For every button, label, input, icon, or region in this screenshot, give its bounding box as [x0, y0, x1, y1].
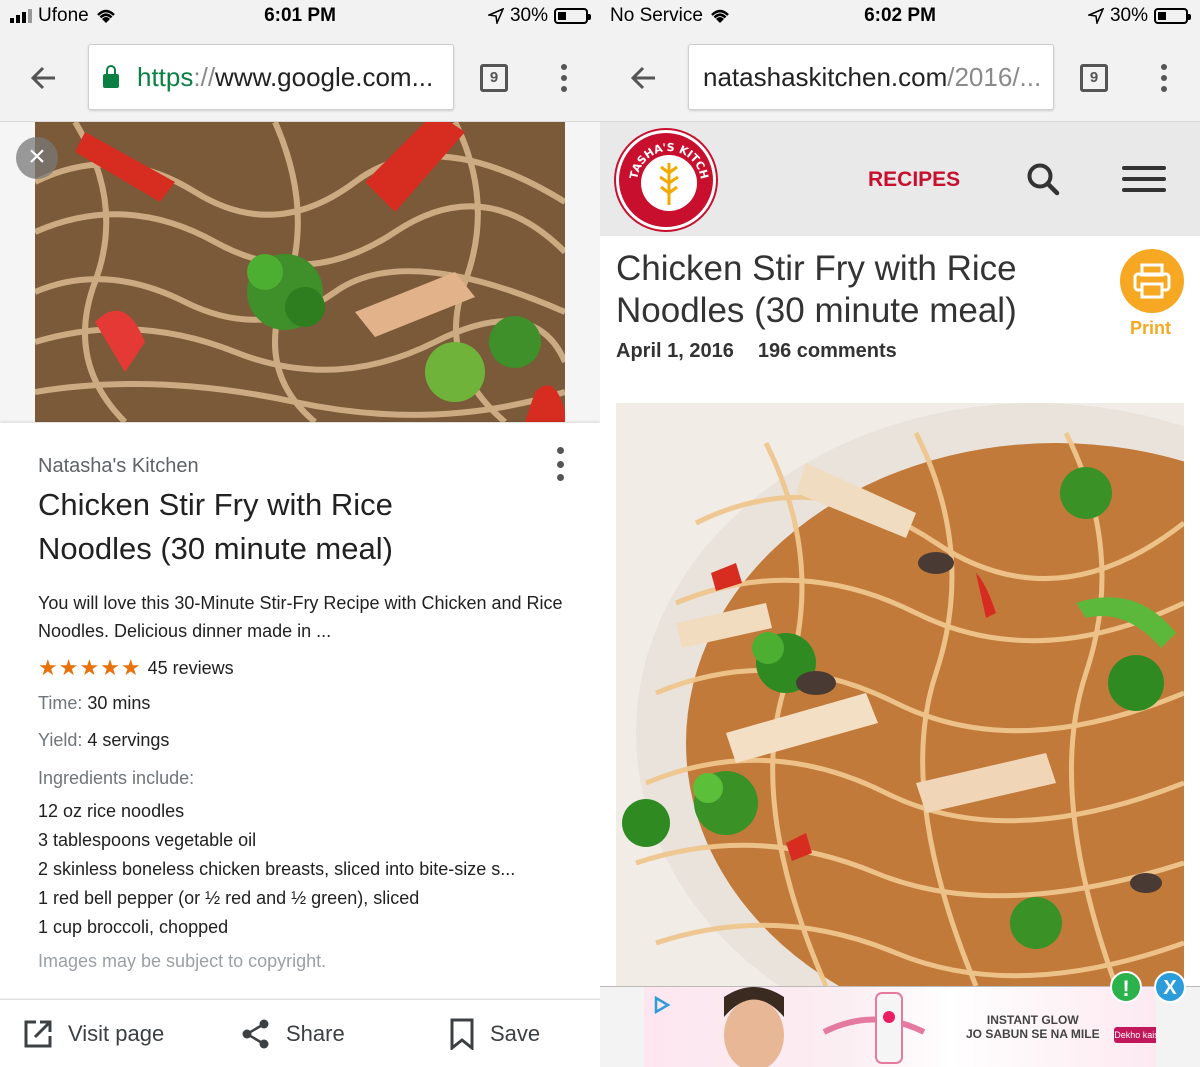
save-label: Save [490, 1020, 541, 1046]
post-meta: April 1, 2016 196 comments [616, 340, 897, 363]
time-value: 30 mins [87, 693, 151, 713]
ad-info-icon[interactable]: ! [1110, 971, 1142, 1003]
url-scheme: https [137, 61, 194, 92]
reviews-count: 45 reviews [147, 657, 234, 678]
recipe-thumbnail-image [35, 122, 565, 422]
location-arrow-icon [487, 8, 504, 24]
open-external-icon [24, 1020, 52, 1047]
ingredients-heading: Ingredients include: [38, 768, 195, 788]
recipe-description: You will love this 30-Minute Stir-Fry Re… [38, 593, 563, 641]
battery-percent: 30% [509, 5, 548, 26]
bookmark-icon [450, 1018, 474, 1050]
printer-icon [1133, 263, 1171, 299]
yield-value: 4 servings [87, 730, 170, 750]
share-button[interactable]: Share [240, 1018, 345, 1050]
battery-icon [1154, 8, 1191, 24]
visit-page-button[interactable]: Visit page [22, 1018, 164, 1050]
url-host: www.google.com... [215, 61, 434, 92]
site-header: NATASHA'S KITCHEN RECIPES [600, 122, 1200, 236]
ad-creative[interactable]: INSTANT GLOW JO SABUN SE NA MILE Dekho k… [644, 987, 1156, 1067]
hamburger-menu-icon[interactable] [1122, 166, 1166, 192]
site-logo[interactable]: NATASHA'S KITCHEN [616, 130, 716, 230]
url-host: natashaskitchen.com [703, 61, 948, 92]
share-label: Share [286, 1020, 345, 1046]
google-results-screen: Ufone 6:01 PM 30% https://www.google.com… [0, 0, 600, 1067]
ingredient-item: 3 tablespoons vegetable oil [38, 830, 257, 850]
source-site-name[interactable]: Natasha's Kitchen [38, 455, 199, 478]
back-arrow-icon[interactable] [622, 58, 666, 98]
recipe-card: Natasha's Kitchen Chicken Stir Fry with … [0, 423, 600, 998]
address-bar[interactable]: natashaskitchen.com/2016/... [688, 44, 1054, 110]
ad-headline: INSTANT GLOW JO SABUN SE NA MILE [966, 1013, 1100, 1041]
tab-switcher-button[interactable]: 9 [480, 64, 508, 92]
card-more-options-icon[interactable] [552, 447, 568, 481]
rating-stars-icon: ★★★★★ [38, 655, 142, 680]
browser-toolbar: https://www.google.com... 9 [0, 34, 600, 122]
recipe-photo [616, 403, 1184, 986]
nav-recipes-link[interactable]: RECIPES [868, 168, 960, 192]
overflow-menu-icon[interactable] [552, 60, 576, 96]
status-bar: Ufone 6:01 PM 30% [0, 0, 600, 34]
ad-close-icon[interactable]: X [1154, 971, 1186, 1003]
visit-page-label: Visit page [68, 1020, 165, 1046]
url-path: /2016/... [947, 61, 1042, 92]
website-screen: No Service 6:02 PM 30% natashaskitchen.c… [600, 0, 1200, 1067]
print-label[interactable]: Print [1130, 318, 1171, 339]
ad-line1: INSTANT GLOW [986, 1013, 1079, 1027]
address-bar[interactable]: https://www.google.com... [88, 44, 454, 110]
post-title: Chicken Stir Fry with Rice Noodles (30 m… [616, 249, 1017, 330]
location-arrow-icon [1087, 8, 1104, 24]
ingredient-item: 1 red bell pepper (or ½ red and ½ green)… [38, 888, 420, 908]
battery-icon [554, 8, 591, 24]
copyright-notice: Images may be subject to copyright. [38, 951, 327, 971]
ad-model-image [724, 987, 926, 1067]
back-arrow-icon[interactable] [22, 58, 66, 98]
tab-switcher-button[interactable]: 9 [1080, 64, 1108, 92]
ingredient-item: 12 oz rice noodles [38, 801, 185, 821]
url-separator: :// [193, 61, 216, 92]
ingredient-item: 1 cup broccoli, chopped [38, 917, 229, 937]
time-row: Time: 30 mins [38, 693, 150, 714]
ad-line2: JO SABUN SE NA MILE [966, 1027, 1100, 1041]
yield-label: Yield: [38, 730, 83, 750]
post-date: April 1, 2016 [616, 340, 734, 362]
share-icon [242, 1019, 269, 1048]
status-bar: No Service 6:02 PM 30% [600, 0, 1200, 34]
overflow-menu-icon[interactable] [1152, 60, 1176, 96]
comments-count[interactable]: 196 comments [758, 340, 897, 363]
search-icon[interactable] [1026, 162, 1060, 196]
battery-percent: 30% [1109, 5, 1148, 26]
time-label: Time: [38, 693, 83, 713]
advertisement-banner[interactable]: INSTANT GLOW JO SABUN SE NA MILE Dekho k… [600, 971, 1200, 1067]
close-preview-button[interactable]: × [16, 137, 58, 179]
ingredient-item: 2 skinless boneless chicken breasts, sli… [38, 859, 516, 879]
recipe-title[interactable]: Chicken Stir Fry with Rice Noodles (30 m… [38, 483, 458, 571]
card-action-bar: Visit page Share Save [0, 999, 600, 1067]
yield-row: Yield: 4 servings [38, 730, 169, 751]
lock-icon [103, 65, 119, 88]
browser-toolbar: natashaskitchen.com/2016/... 9 [600, 34, 1200, 122]
save-button[interactable]: Save [448, 1018, 540, 1050]
print-button[interactable] [1120, 249, 1184, 313]
ad-cta-button[interactable]: Dekho kaise naya [1114, 1027, 1156, 1043]
ingredients-list: 12 oz rice noodles 3 tablespoons vegetab… [38, 797, 568, 942]
rating-row: ★★★★★ 45 reviews [38, 655, 234, 681]
